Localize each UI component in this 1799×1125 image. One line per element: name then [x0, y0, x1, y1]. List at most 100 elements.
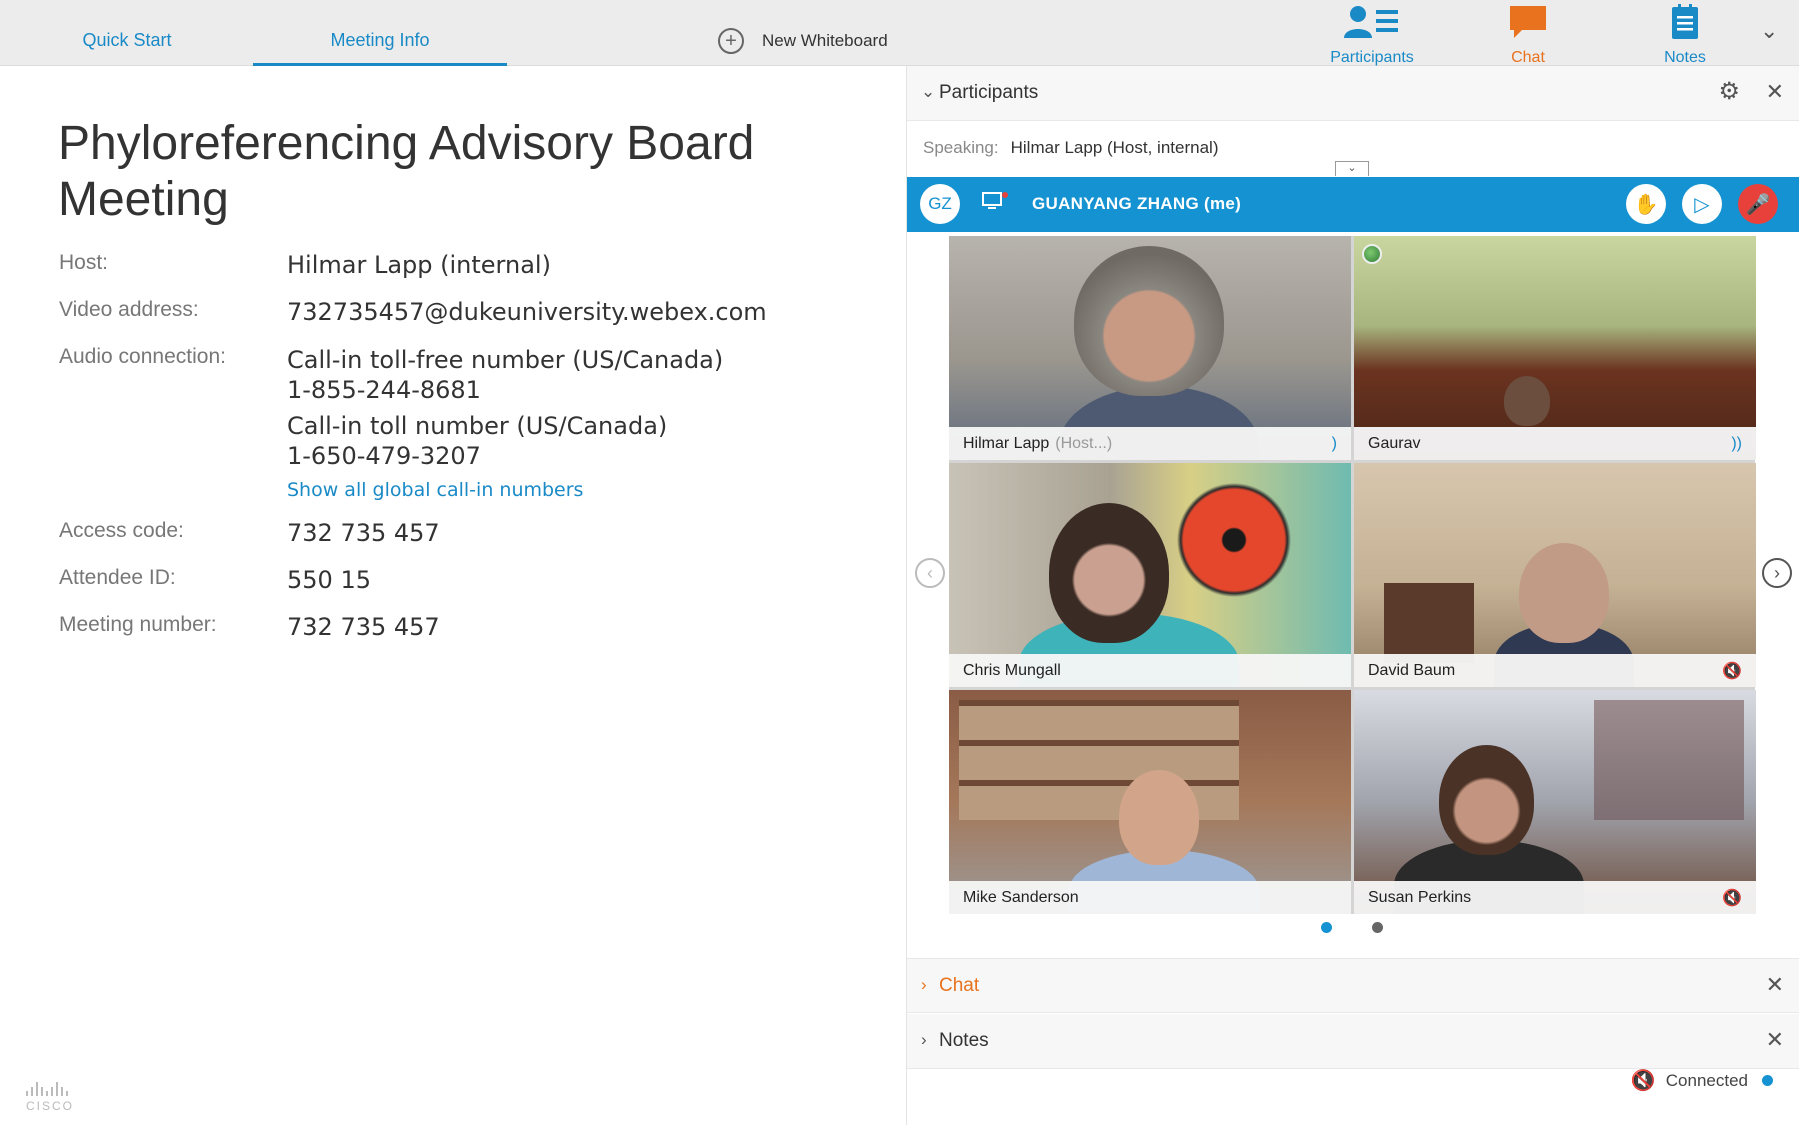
tile-name: Hilmar Lapp	[963, 435, 1050, 452]
participants-toolbar-button[interactable]: Participants	[1312, 4, 1432, 67]
participants-panel-header[interactable]: ⌄ Participants ⚙ ✕	[907, 66, 1799, 121]
chevron-down-icon[interactable]: ⌄	[1760, 18, 1778, 44]
tile-namebar: Chris Mungall	[949, 654, 1351, 687]
tile-name: Gaurav	[1368, 435, 1421, 452]
participant-head	[1439, 745, 1534, 855]
avatar: GZ	[920, 184, 960, 224]
participant-head	[1049, 503, 1169, 643]
self-name: GUANYANG ZHANG (me)	[1032, 194, 1242, 213]
video-tile[interactable]: Mike Sanderson	[949, 690, 1351, 914]
hand-icon: ✋	[1633, 193, 1659, 216]
chat-bubble-icon	[1510, 6, 1546, 38]
tile-subtitle: (Host...)	[1055, 435, 1113, 452]
tollfree-number: 1-855-244-8681	[287, 376, 481, 404]
cisco-logo: CISCO	[26, 1080, 74, 1113]
video-tile[interactable]: Gaurav ))	[1354, 236, 1756, 460]
right-panel: ⌄ Participants ⚙ ✕ Speaking: Hilmar Lapp …	[906, 66, 1799, 1125]
raise-hand-button[interactable]: ✋	[1626, 184, 1666, 224]
gear-icon[interactable]: ⚙	[1718, 77, 1740, 106]
show-all-callin-link[interactable]: Show all global call-in numbers	[287, 479, 723, 501]
decor-flower	[1169, 475, 1299, 605]
screen-share-icon	[982, 191, 1008, 217]
video-address-label: Video address:	[59, 298, 199, 321]
page-dot[interactable]	[1372, 922, 1383, 933]
window	[1384, 583, 1474, 663]
mic-muted-icon: 🎤	[1745, 193, 1771, 216]
top-bar: Quick Start Meeting Info + New Whiteboar…	[0, 0, 1799, 66]
new-whiteboard-button[interactable]: + New Whiteboard	[718, 28, 888, 54]
access-code-label: Access code:	[59, 519, 184, 542]
video-tile[interactable]: Susan Perkins 🔇	[1354, 690, 1756, 914]
previous-page-button[interactable]: ‹	[915, 558, 945, 588]
speaking-indicator: Speaking: Hilmar Lapp (Host, internal)	[923, 138, 1218, 158]
speaking-audio-icon: ))	[1731, 435, 1742, 452]
video-address-row: Video address: 732735457@dukeuniversity.…	[59, 298, 767, 326]
close-icon[interactable]: ✕	[1766, 79, 1784, 105]
toll-number: 1-650-479-3207	[287, 442, 481, 470]
tile-namebar: Hilmar Lapp (Host...)	[949, 427, 1351, 460]
host-label: Host:	[59, 251, 109, 274]
toll-line: Call-in toll number (US/Canada)	[287, 412, 668, 440]
access-code-row: Access code: 732 735 457	[59, 519, 440, 547]
participants-icon	[1344, 6, 1398, 38]
tab-meeting-info[interactable]: Meeting Info	[253, 30, 507, 66]
notes-toolbar-button[interactable]: Notes	[1625, 4, 1745, 67]
connection-dot-icon	[1762, 1075, 1773, 1086]
connection-label: Connected	[1665, 1070, 1748, 1090]
audio-connection-label: Audio connection:	[59, 345, 226, 368]
plus-circle-icon: +	[718, 28, 744, 54]
chevron-down-icon[interactable]: ⌄	[921, 82, 935, 102]
tile-name: David Baum	[1368, 662, 1456, 679]
tab-quick-start[interactable]: Quick Start	[52, 30, 202, 66]
notes-panel-header[interactable]: › Notes ✕	[907, 1014, 1799, 1069]
chat-panel-header[interactable]: › Chat ✕	[907, 958, 1799, 1013]
presenter-badge-icon	[1362, 244, 1382, 264]
audio-connection-row: Audio connection:	[59, 345, 287, 369]
meeting-info-pane: Phyloreferencing Advisory Board Meeting …	[0, 66, 906, 1125]
attendee-id-row: Attendee ID: 550 15	[59, 566, 371, 594]
participant-head	[1519, 543, 1609, 643]
mic-muted-icon: 🔇	[1722, 890, 1742, 907]
tollfree-line: Call-in toll-free number (US/Canada)	[287, 346, 724, 374]
tile-namebar: David Baum	[1354, 654, 1756, 687]
host-row: Host: Hilmar Lapp (internal)	[59, 251, 551, 279]
chevron-right-icon[interactable]: ›	[921, 1030, 927, 1050]
tile-name: Mike Sanderson	[963, 889, 1079, 906]
next-page-button[interactable]: ›	[1762, 558, 1792, 588]
collapse-toggle-icon[interactable]: ⌄	[1335, 161, 1369, 176]
tile-name: Chris Mungall	[963, 662, 1061, 679]
video-tile[interactable]: David Baum 🔇	[1354, 463, 1756, 687]
close-icon[interactable]: ✕	[1766, 1027, 1784, 1053]
participant-head	[1119, 770, 1199, 865]
page-dot-active[interactable]	[1321, 922, 1332, 933]
speaking-value: Hilmar Lapp (Host, internal)	[1010, 138, 1219, 157]
chevron-right-icon: ›	[1774, 562, 1780, 583]
video-tile[interactable]: Chris Mungall	[949, 463, 1351, 687]
video-grid: Hilmar Lapp (Host...) ) Gaurav )) Chris M…	[949, 236, 1756, 914]
participant-head	[1074, 246, 1224, 396]
host-value: Hilmar Lapp (internal)	[287, 251, 551, 279]
tile-name: Susan Perkins	[1368, 889, 1472, 906]
participants-toolbar-label: Participants	[1330, 49, 1414, 66]
notes-icon	[1672, 4, 1698, 39]
meeting-number-value: 732 735 457	[287, 613, 440, 641]
chat-toolbar-label: Chat	[1511, 49, 1545, 66]
meeting-title: Phyloreferencing Advisory Board Meeting	[58, 117, 755, 226]
close-icon[interactable]: ✕	[1766, 972, 1784, 998]
chat-panel-title: Chat	[939, 975, 980, 996]
video-toggle-button[interactable]: ▷	[1682, 184, 1722, 224]
mute-button[interactable]: 🎤	[1738, 184, 1778, 224]
chevron-left-icon: ‹	[927, 562, 933, 583]
participant-head	[1504, 376, 1550, 426]
attendee-id-label: Attendee ID:	[59, 566, 176, 589]
new-whiteboard-label: New Whiteboard	[762, 31, 888, 50]
meeting-number-row: Meeting number: 732 735 457	[59, 613, 440, 641]
video-tile[interactable]: Hilmar Lapp (Host...) )	[949, 236, 1351, 460]
chat-toolbar-button[interactable]: Chat	[1468, 4, 1588, 67]
speaking-label: Speaking:	[923, 138, 999, 157]
chevron-right-icon[interactable]: ›	[921, 975, 927, 995]
connection-status[interactable]: 🔇 Connected	[1631, 1068, 1773, 1093]
attendee-id-value: 550 15	[287, 566, 371, 594]
access-code-value: 732 735 457	[287, 519, 440, 547]
video-address-value: 732735457@dukeuniversity.webex.com	[287, 298, 767, 326]
